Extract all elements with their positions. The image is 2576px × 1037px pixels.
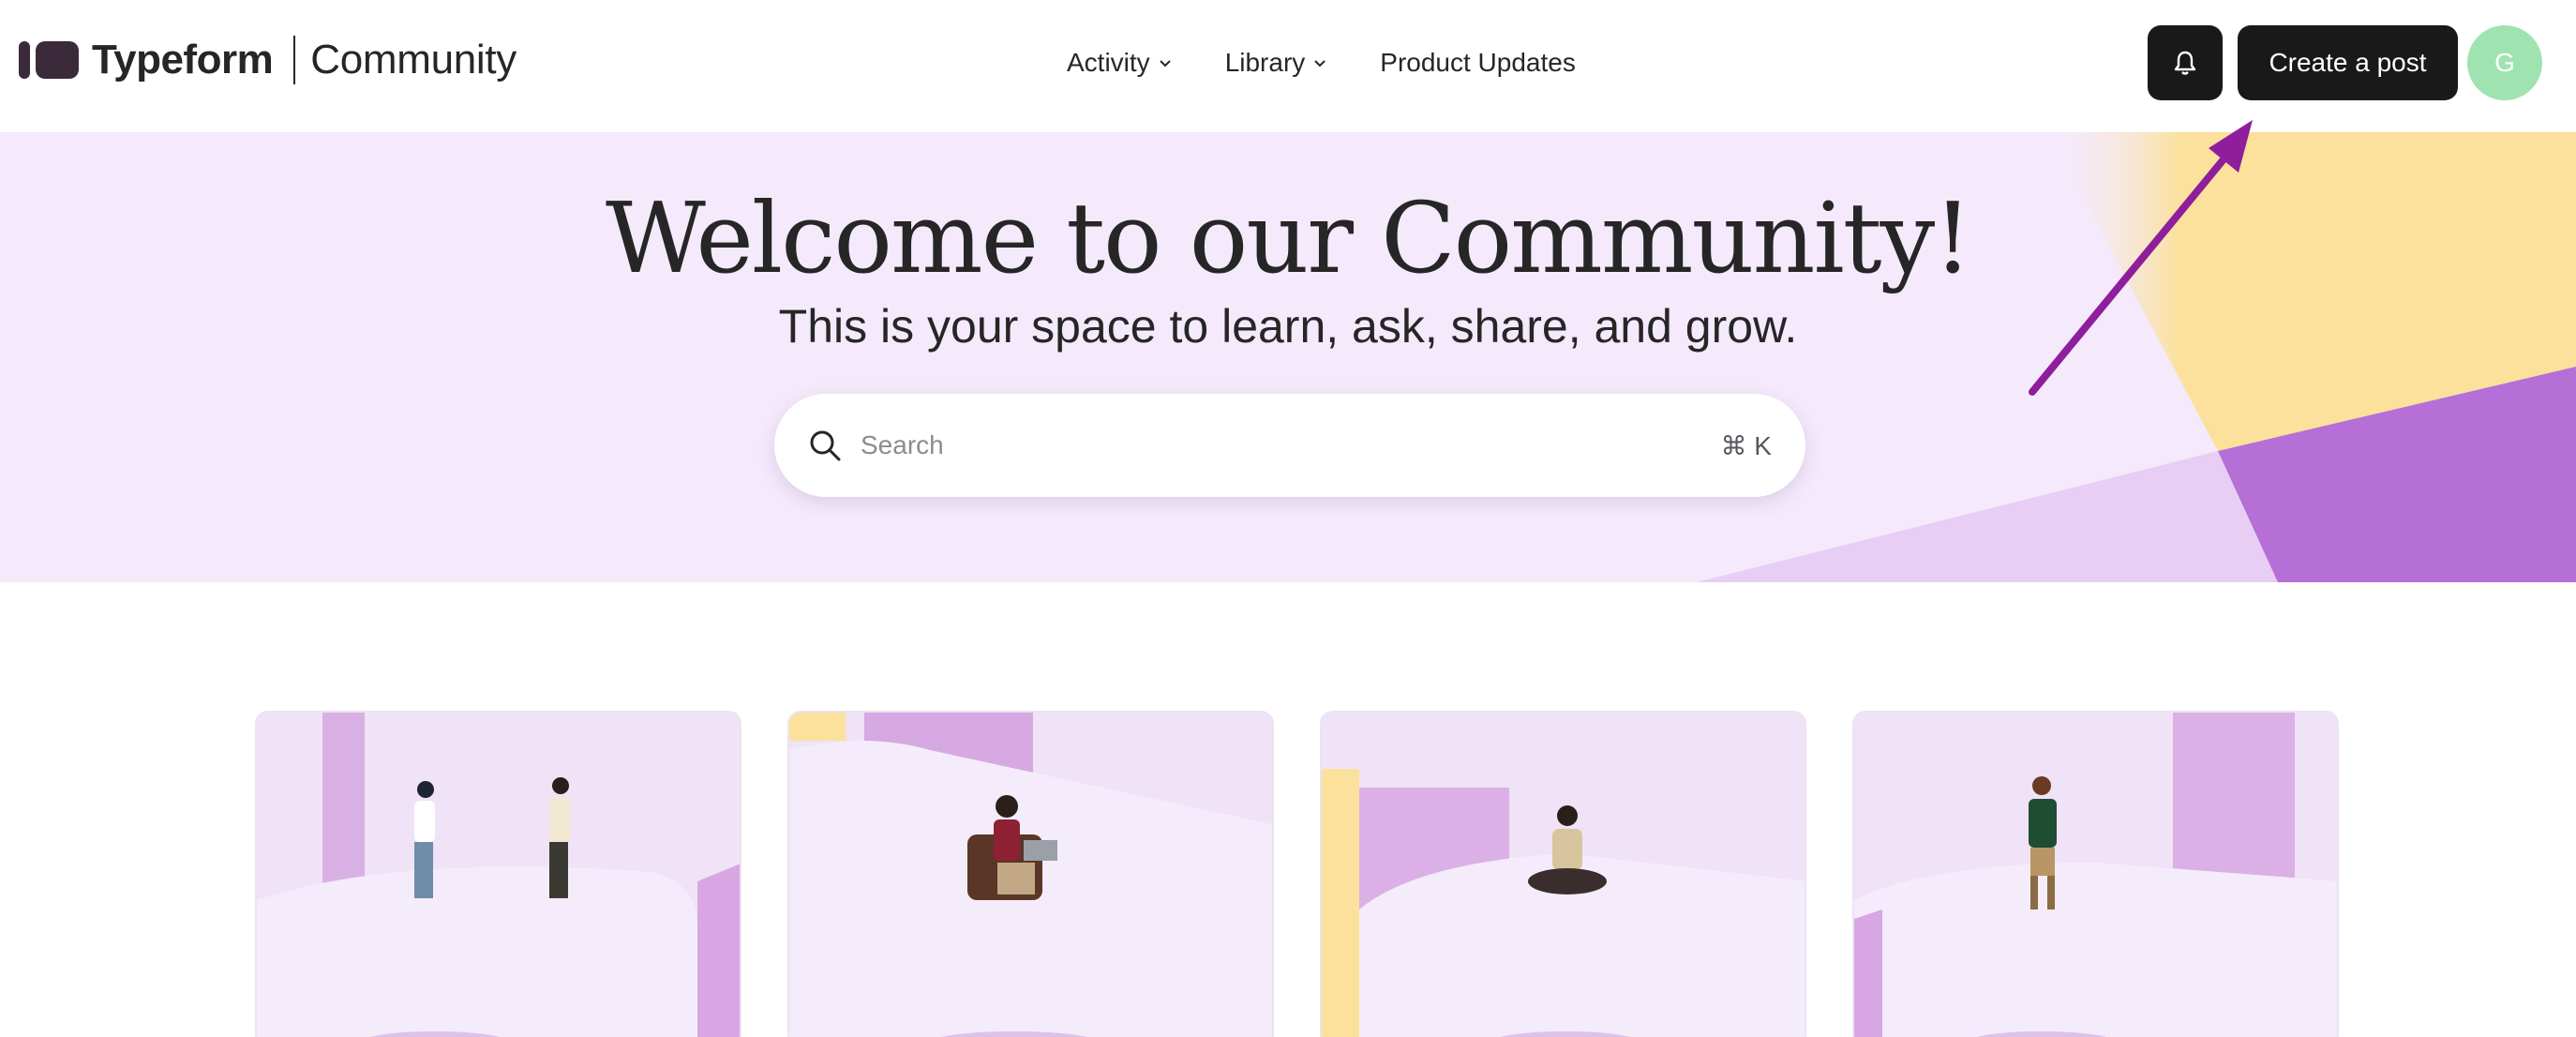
search-icon — [810, 430, 841, 461]
nav-activity[interactable]: Activity — [1067, 48, 1173, 78]
nav-activity-label: Activity — [1067, 48, 1150, 77]
notifications-button[interactable] — [2148, 25, 2223, 100]
hero-banner: Welcome to our Community! This is your s… — [0, 132, 2576, 582]
nav-library-label: Library — [1224, 48, 1306, 77]
logo-text: Typeform — [92, 37, 274, 83]
top-navigation-bar: Typeform Community Activity Library Prod… — [0, 0, 2576, 132]
hero-subtitle: This is your space to learn, ask, share,… — [778, 300, 1798, 353]
person-walking-illustration — [1854, 713, 2337, 1037]
logo-divider — [293, 36, 296, 84]
nav-library[interactable]: Library — [1225, 48, 1328, 78]
feature-card[interactable] — [787, 711, 1274, 1037]
chevron-down-icon — [1314, 60, 1325, 68]
person-sitting-with-phone-illustration — [1322, 713, 1805, 1037]
section-name: Community — [310, 37, 517, 83]
person-with-laptop-in-chair-illustration — [789, 713, 1272, 1037]
feature-card[interactable] — [255, 711, 741, 1037]
hero-title: Welcome to our Community! — [605, 181, 1972, 295]
keyboard-shortcut-hint: ⌘ K — [1720, 430, 1772, 460]
main-nav: Activity Library Product Updates — [1067, 41, 1576, 84]
chevron-down-icon — [1159, 60, 1171, 68]
typeform-community-logo[interactable]: Typeform Community — [19, 32, 517, 88]
search-bar[interactable]: ⌘ K — [774, 394, 1805, 497]
feature-card[interactable] — [1320, 711, 1806, 1037]
search-input[interactable] — [861, 430, 1721, 460]
feature-cards — [255, 711, 2340, 1037]
nav-product-updates-label: Product Updates — [1380, 48, 1576, 77]
typeform-logo-icon — [19, 41, 79, 79]
bell-icon — [2174, 51, 2196, 75]
user-avatar[interactable]: G — [2467, 25, 2542, 100]
feature-card[interactable] — [1852, 711, 2339, 1037]
nav-product-updates[interactable]: Product Updates — [1380, 48, 1576, 78]
create-post-button[interactable]: Create a post — [2238, 25, 2458, 100]
two-people-talking-illustration — [257, 713, 740, 1037]
